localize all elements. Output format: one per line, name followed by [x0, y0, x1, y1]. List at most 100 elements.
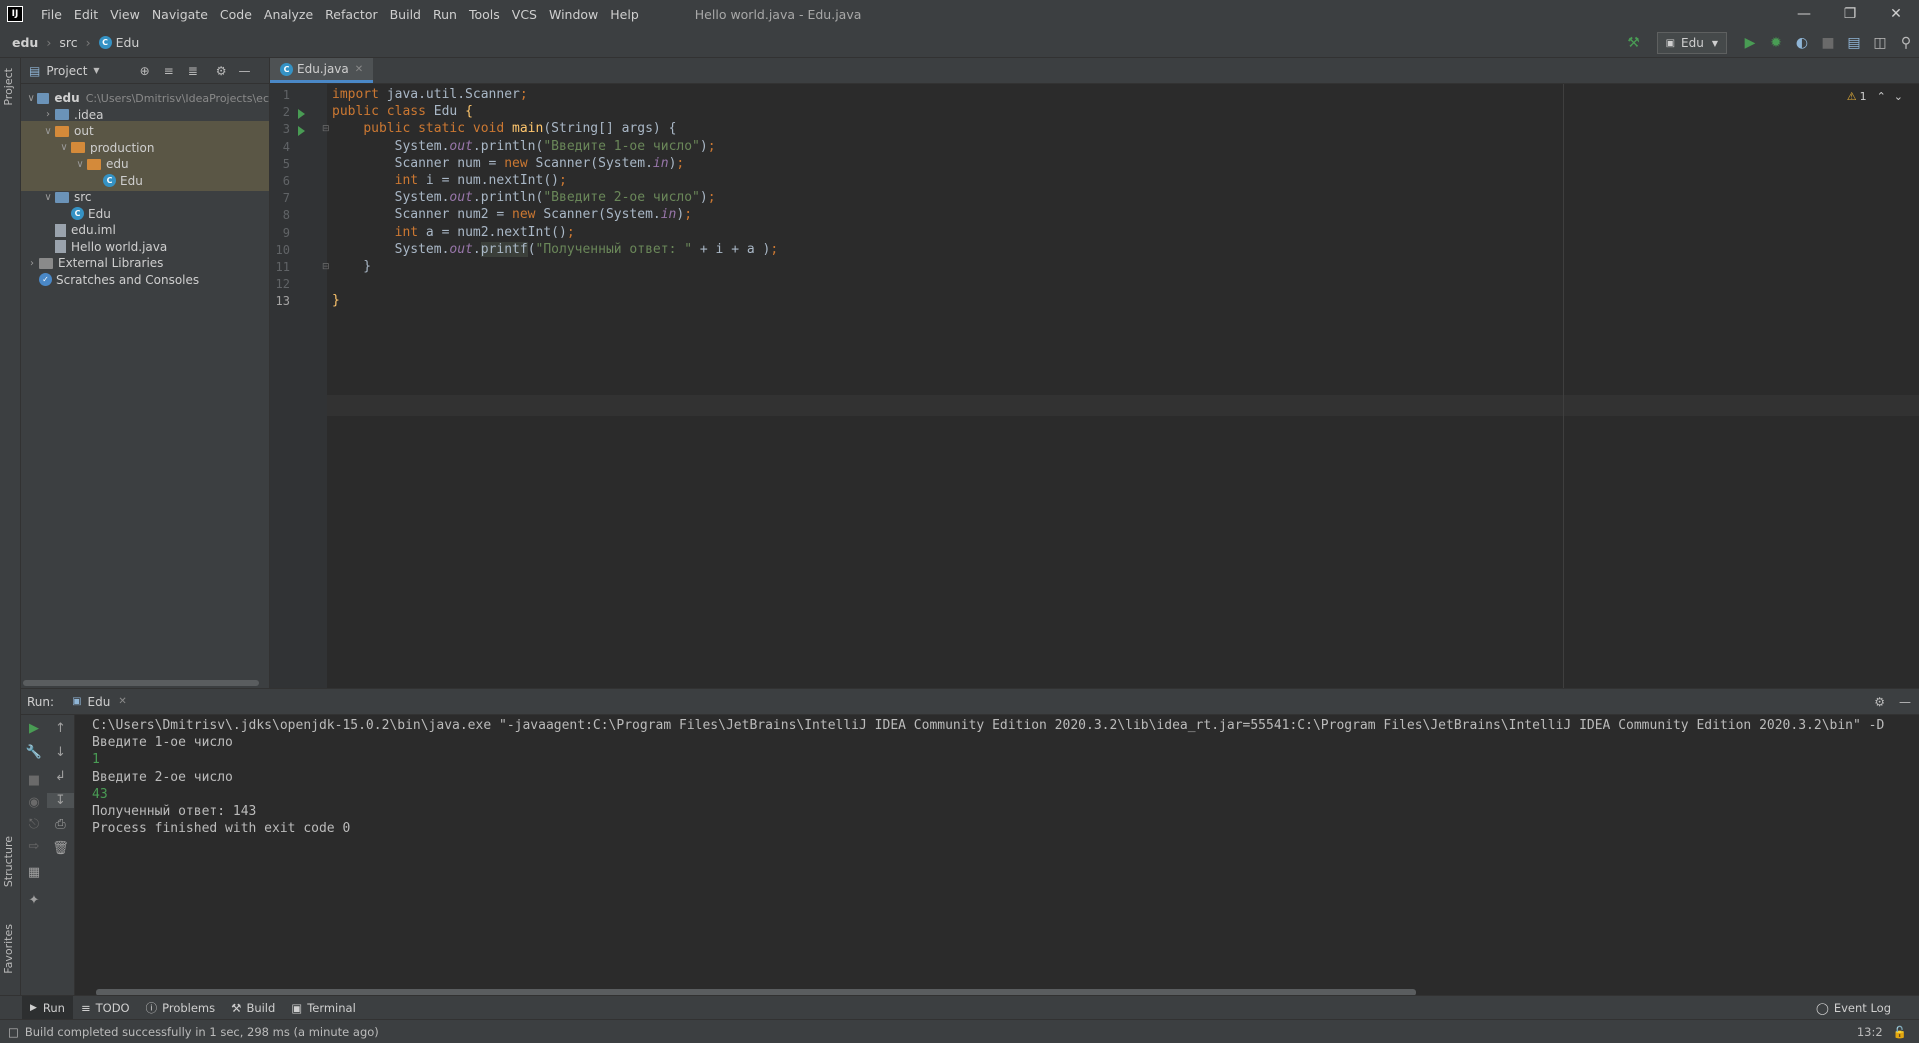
breadcrumb-edu-class[interactable]: Edu [116, 35, 140, 50]
restore-icon[interactable]: ❐ [1827, 6, 1873, 22]
tab-terminal[interactable]: ▣ Terminal [283, 996, 363, 1020]
close-icon[interactable]: ✕ [1873, 6, 1919, 22]
chevron-down-icon[interactable]: ∨ [41, 192, 55, 203]
chevron-right-icon[interactable]: › [41, 109, 55, 120]
status-toggle-icon[interactable]: □ [8, 1025, 19, 1039]
hide-icon[interactable]: — [1899, 695, 1911, 709]
structure-side-tab[interactable]: Structure [2, 836, 15, 887]
run-gutter-icon[interactable] [298, 126, 305, 137]
tab-build[interactable]: ⚒ Build [223, 996, 283, 1020]
project-scrollbar[interactable] [23, 680, 259, 686]
exit-icon[interactable]: ⎋ [21, 817, 47, 832]
restore-layout-icon[interactable]: ⇨ [21, 839, 47, 854]
code-token: Scanner(System. [527, 155, 653, 171]
soft-wrap-icon[interactable]: ↲ [47, 769, 74, 784]
breadcrumb-src[interactable]: src [59, 35, 77, 50]
gear-icon[interactable]: ⚙ [1874, 695, 1885, 709]
menu-tools[interactable]: Tools [463, 7, 506, 22]
editor: C Edu.java ✕ 1 2 3 ⊟ 4 5 6 7 8 9 10 11 ⊟ 12 13 import … [270, 58, 1919, 688]
code-token: ) [699, 190, 708, 206]
chevron-down-icon[interactable]: ∨ [57, 142, 71, 153]
run-gutter-icon[interactable] [298, 109, 305, 120]
window-title: Hello world.java - Edu.java [694, 6, 862, 22]
tab-edu-java[interactable]: C Edu.java ✕ [270, 58, 374, 83]
wrench-icon[interactable]: 🔧 [21, 745, 47, 760]
search-icon[interactable]: ⚲ [1893, 35, 1919, 51]
menu-view[interactable]: View [104, 7, 146, 22]
favorites-side-tab[interactable]: Favorites [2, 924, 15, 974]
close-icon[interactable]: ✕ [118, 696, 126, 707]
gear-icon[interactable]: ⚙ [216, 64, 227, 78]
arrow-down-icon[interactable]: ↓ [47, 745, 74, 760]
run-config-select[interactable]: ▣ Edu ▼ [1656, 32, 1727, 54]
trash-icon[interactable]: 🗑 [47, 841, 74, 856]
breadcrumb-separator-icon: › [85, 35, 91, 50]
chevron-up-icon[interactable]: ⌃ [1877, 90, 1886, 103]
menu-help[interactable]: Help [604, 7, 645, 22]
tree-item-label: out [74, 124, 94, 138]
fold-icon[interactable]: ⊟ [322, 124, 330, 134]
camera-icon[interactable]: ◉ [21, 795, 47, 810]
hide-icon[interactable]: — [239, 64, 251, 78]
lock-icon[interactable]: 🔓 [1893, 1025, 1907, 1039]
arrow-up-icon[interactable]: ↑ [47, 721, 74, 736]
tab-problems[interactable]: ⓘ Problems [138, 996, 224, 1020]
caret-position[interactable]: 13:2 [1857, 1025, 1883, 1039]
menu-build[interactable]: Build [384, 7, 427, 22]
locate-icon[interactable]: ⊕ [140, 64, 150, 78]
layout-icon[interactable]: ◫ [1867, 35, 1893, 51]
inspection-widget[interactable]: ⚠ 1 ⌃ ⌄ [1847, 90, 1903, 103]
chevron-down-icon[interactable]: ⌄ [1894, 90, 1903, 103]
breadcrumb[interactable]: edu › src › C Edu [12, 35, 139, 50]
code-token: System. [332, 241, 450, 257]
expand-all-icon[interactable]: ≡ [164, 64, 174, 78]
rerun-icon[interactable]: ▶ [21, 721, 47, 736]
stop-icon[interactable]: ■ [1815, 35, 1841, 51]
menu-file[interactable]: File [35, 7, 68, 22]
menu-vcs[interactable]: VCS [506, 7, 543, 22]
menu-code[interactable]: Code [214, 7, 258, 22]
collapse-all-icon[interactable]: ≣ [188, 64, 198, 78]
folder-icon [55, 191, 69, 203]
chevron-down-icon[interactable]: ∨ [41, 126, 55, 137]
run-config-icon: ▣ [1665, 37, 1676, 49]
chevron-right-icon[interactable]: › [25, 258, 39, 269]
tab-todo[interactable]: ≡ TODO [73, 996, 138, 1020]
fold-icon[interactable]: ⊟ [322, 262, 330, 272]
menu-window[interactable]: Window [543, 7, 604, 22]
scroll-to-end-icon[interactable]: ↧ [47, 793, 74, 808]
menu-run[interactable]: Run [427, 7, 463, 22]
tab-run[interactable]: ▶ Run [22, 995, 73, 1020]
chevron-down-icon[interactable]: ∨ [25, 93, 37, 104]
print-icon[interactable]: ⎙ [47, 817, 74, 832]
code-token: java.util.Scanner [378, 87, 520, 102]
minimize-icon[interactable]: — [1781, 6, 1827, 22]
menu-analyze[interactable]: Analyze [258, 7, 319, 22]
project-structure-icon[interactable]: ▤ [1841, 35, 1867, 51]
console-output[interactable]: C:\Users\Dmitrisv\.jdks\openjdk-15.0.2\b… [92, 715, 1919, 985]
run-tab-edu[interactable]: Edu [88, 695, 111, 709]
pin-icon[interactable]: ✦ [21, 893, 47, 908]
chevron-down-icon: ▼ [1711, 38, 1718, 48]
event-log-label: Event Log [1833, 1000, 1891, 1015]
breadcrumb-edu[interactable]: edu [12, 35, 38, 50]
coverage-icon[interactable]: ◐ [1789, 35, 1815, 51]
status-message[interactable]: Build completed successfully in 1 sec, 2… [25, 1025, 379, 1039]
build-hammer-icon[interactable]: ⚒ [1621, 35, 1647, 51]
stop-icon[interactable]: ■ [21, 773, 47, 788]
project-view-select[interactable]: Project [46, 64, 87, 78]
folder-icon [71, 142, 85, 153]
close-icon[interactable]: ✕ [355, 64, 363, 75]
project-side-tab[interactable]: Project [2, 68, 15, 106]
tree-item[interactable]: ✓ Scratches and Consoles [21, 270, 269, 290]
layout-icon[interactable]: ▦ [21, 865, 47, 880]
chevron-down-icon[interactable]: ∨ [73, 159, 87, 170]
event-log-button[interactable]: ◯ Event Log [1808, 996, 1899, 1020]
run-icon[interactable]: ▶ [1737, 35, 1763, 51]
code-token: in [660, 207, 677, 223]
debug-icon[interactable]: ✹ [1763, 35, 1789, 51]
chevron-down-icon[interactable]: ▼ [93, 66, 99, 75]
menu-navigate[interactable]: Navigate [146, 7, 214, 22]
menu-refactor[interactable]: Refactor [319, 7, 383, 22]
menu-edit[interactable]: Edit [68, 7, 104, 22]
